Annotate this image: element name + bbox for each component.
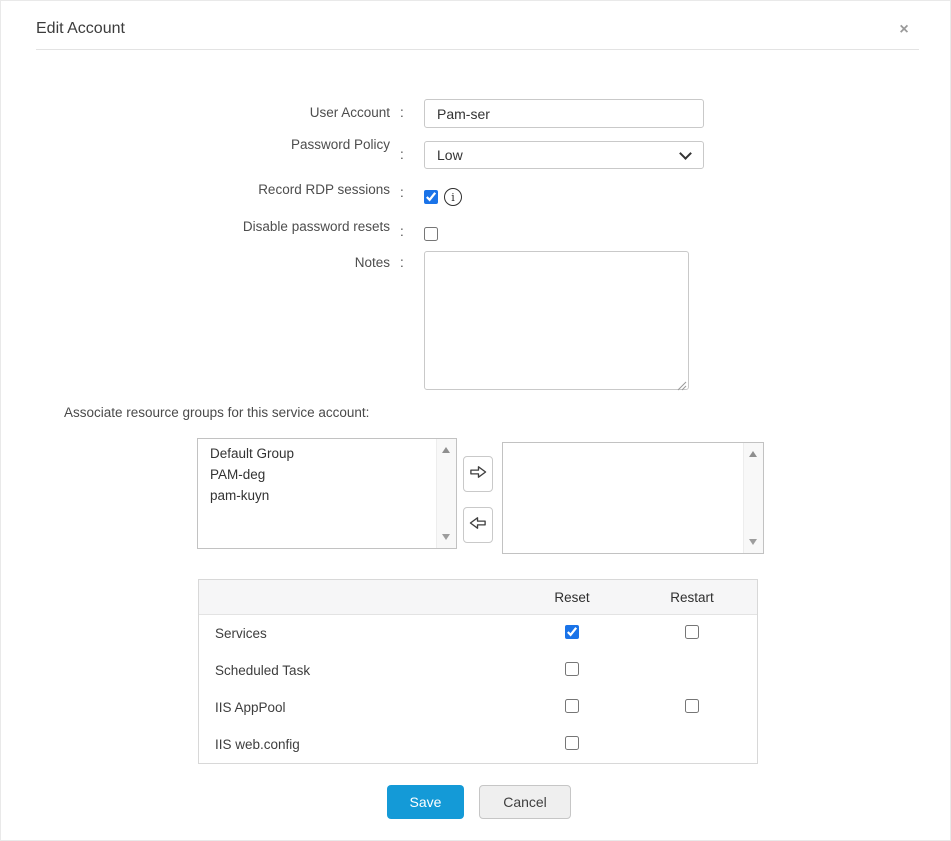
- disable-resets-colon: :: [400, 224, 404, 239]
- scroll-up-icon[interactable]: [442, 447, 450, 453]
- table-header-reset: Reset: [554, 589, 590, 605]
- info-icon[interactable]: i: [444, 188, 462, 206]
- record-rdp-colon: :: [400, 185, 404, 200]
- iis-apppool-restart-checkbox[interactable]: [685, 699, 699, 713]
- arrow-right-icon: [469, 465, 487, 484]
- edit-account-modal: Edit Account × User Account : Password P…: [0, 0, 951, 841]
- row-label: IIS web.config: [215, 737, 300, 752]
- disable-resets-checkbox[interactable]: [424, 227, 438, 241]
- cancel-button[interactable]: Cancel: [479, 785, 571, 819]
- password-policy-label: Password Policy: [290, 137, 390, 152]
- scroll-down-icon[interactable]: [442, 534, 450, 540]
- services-restart-checkbox[interactable]: [685, 625, 699, 639]
- assigned-groups-options: [503, 443, 763, 447]
- available-groups-listbox[interactable]: Default Group PAM-deg pam-kuyn: [197, 438, 457, 549]
- user-account-label: User Account: [309, 105, 390, 120]
- record-rdp-label: Record RDP sessions: [258, 182, 390, 197]
- list-item[interactable]: pam-kuyn: [198, 485, 456, 506]
- available-groups-options: Default Group PAM-deg pam-kuyn: [198, 439, 456, 506]
- close-icon[interactable]: ×: [893, 19, 915, 41]
- scroll-down-icon[interactable]: [749, 539, 757, 545]
- services-reset-checkbox[interactable]: [565, 625, 579, 639]
- notes-textarea[interactable]: [424, 251, 689, 390]
- table-header-row: Reset Restart: [199, 580, 757, 615]
- iis-apppool-reset-checkbox[interactable]: [565, 699, 579, 713]
- table-row: IIS web.config: [199, 726, 757, 763]
- user-account-colon: :: [400, 105, 404, 120]
- table-row: Scheduled Task: [199, 652, 757, 689]
- user-account-input[interactable]: [424, 99, 704, 128]
- save-button[interactable]: Save: [387, 785, 464, 819]
- scroll-up-icon[interactable]: [749, 451, 757, 457]
- password-policy-select-wrap: Low: [424, 141, 704, 169]
- page-title: Edit Account: [36, 20, 125, 37]
- table-row: Services: [199, 615, 757, 652]
- move-left-button[interactable]: [463, 507, 493, 543]
- disable-resets-label: Disable password resets: [242, 219, 390, 234]
- resource-groups-heading: Associate resource groups for this servi…: [64, 405, 370, 420]
- password-policy-colon: :: [400, 147, 404, 162]
- row-label: IIS AppPool: [215, 700, 286, 715]
- row-label: Scheduled Task: [215, 663, 311, 678]
- scrollbar[interactable]: [743, 443, 763, 553]
- scrollbar[interactable]: [436, 439, 456, 548]
- password-policy-select[interactable]: Low: [424, 141, 704, 169]
- notes-label: Notes: [354, 255, 390, 270]
- actions-table: Reset Restart Services Scheduled Task II…: [198, 579, 758, 764]
- list-item[interactable]: PAM-deg: [198, 464, 456, 485]
- row-label: Services: [215, 626, 267, 641]
- move-right-button[interactable]: [463, 456, 493, 492]
- notes-colon: :: [400, 255, 404, 270]
- list-item[interactable]: Default Group: [198, 443, 456, 464]
- arrow-left-icon: [469, 516, 487, 535]
- record-rdp-checkbox[interactable]: [424, 190, 438, 204]
- header-divider: [36, 49, 919, 50]
- scheduled-task-reset-checkbox[interactable]: [565, 662, 579, 676]
- table-row: IIS AppPool: [199, 689, 757, 726]
- table-header-restart: Restart: [670, 589, 714, 605]
- assigned-groups-listbox[interactable]: [502, 442, 764, 554]
- iis-webconfig-reset-checkbox[interactable]: [565, 736, 579, 750]
